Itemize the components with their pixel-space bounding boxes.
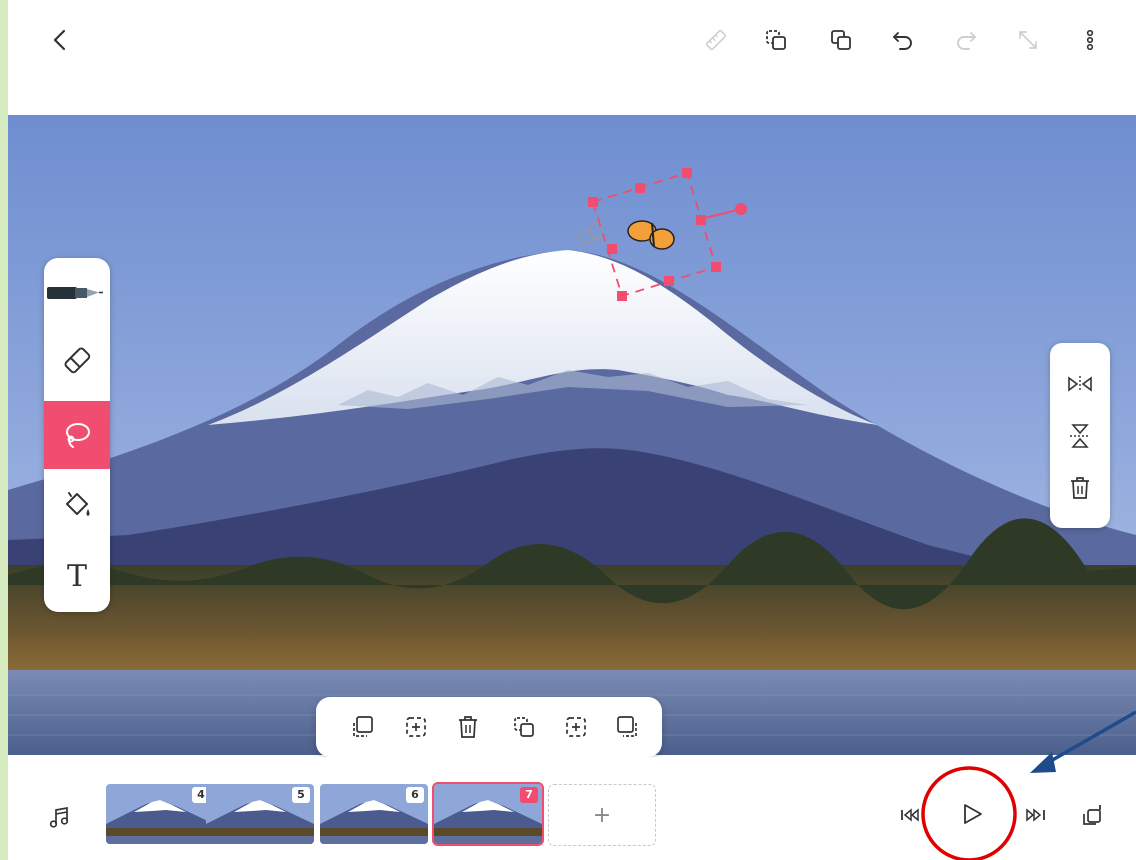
- onion-skin-icon[interactable]: [1076, 798, 1110, 832]
- more-vertical-icon[interactable]: [1072, 22, 1108, 58]
- tool-palette: T: [44, 258, 110, 612]
- frame-number: 6: [406, 787, 424, 803]
- eraser-icon: [64, 347, 91, 374]
- pen-tool[interactable]: [44, 258, 110, 326]
- frame-number: 7: [520, 787, 538, 803]
- frame-thumbnail-6[interactable]: 6: [320, 784, 428, 844]
- copy-frame-icon[interactable]: [342, 707, 382, 747]
- insert-blank-icon[interactable]: [556, 707, 596, 747]
- frame-thumbnail-5[interactable]: 5: [206, 784, 314, 844]
- redo-icon[interactable]: [948, 22, 984, 58]
- lasso-icon: [66, 423, 90, 448]
- duplicate-icon[interactable]: [823, 22, 859, 58]
- ruler-icon[interactable]: [698, 22, 734, 58]
- frame-thumbnail-7[interactable]: 7: [432, 782, 544, 846]
- frame-thumbnail-4[interactable]: 4: [106, 784, 214, 844]
- frame-actions-popover: [316, 697, 662, 771]
- last-frame-icon[interactable]: [1018, 800, 1052, 830]
- duplicate-frame-icon[interactable]: [504, 707, 544, 747]
- fill-bucket-icon: [66, 492, 90, 516]
- flip-horizontal-icon[interactable]: [1050, 359, 1110, 409]
- mountain-photo: [8, 115, 1136, 755]
- add-frame-button[interactable]: +: [548, 784, 656, 846]
- music-icon[interactable]: [42, 800, 76, 834]
- eraser-tool[interactable]: [44, 326, 110, 394]
- play-icon[interactable]: [952, 794, 992, 834]
- drawing-canvas[interactable]: [8, 115, 1136, 755]
- text-tool-icon: T: [66, 558, 87, 594]
- text-tool[interactable]: T: [44, 542, 110, 610]
- paste-frame-icon[interactable]: [608, 707, 648, 747]
- insert-frame-icon[interactable]: [396, 707, 436, 747]
- top-toolbar: [8, 0, 1136, 80]
- delete-frame-icon[interactable]: [448, 707, 488, 747]
- flip-vertical-icon[interactable]: [1050, 411, 1110, 461]
- frame-number: 5: [292, 787, 310, 803]
- pen-icon: [47, 287, 103, 299]
- undo-icon[interactable]: [885, 22, 921, 58]
- first-frame-icon[interactable]: [894, 800, 928, 830]
- app-window: T 4 5 6 7 +: [8, 0, 1136, 860]
- expand-icon[interactable]: [1010, 22, 1046, 58]
- fill-bucket-tool[interactable]: [44, 472, 110, 540]
- selection-actions-panel: [1050, 343, 1110, 528]
- back-chevron-icon[interactable]: [42, 22, 78, 58]
- lasso-tool[interactable]: [44, 401, 110, 469]
- delete-icon[interactable]: [1050, 463, 1110, 513]
- copy-dashed-icon[interactable]: [758, 22, 794, 58]
